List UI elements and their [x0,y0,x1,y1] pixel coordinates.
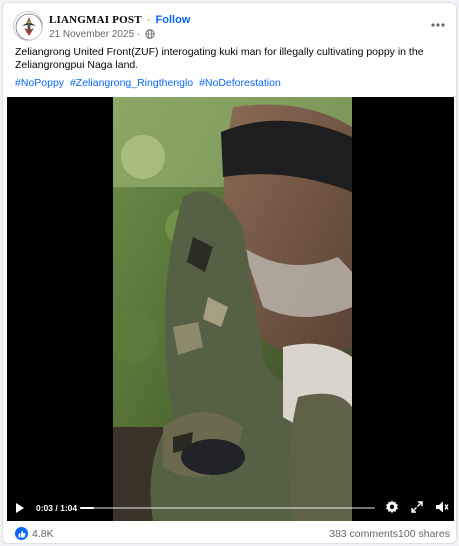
gear-icon[interactable] [385,500,399,514]
reaction-bar: 4.8K 383 comments 100 shares [3,523,456,543]
reaction-count[interactable]: 4.8K [32,528,54,540]
play-icon[interactable] [15,502,25,514]
post-header: LIANGMAI POST · Follow 21 November 2025 … [13,11,448,45]
meta-separator: · [136,29,141,40]
volume-icon[interactable] [435,500,449,514]
post-meta: 21 November 2025 · [49,29,155,40]
post-card: LIANGMAI POST · Follow 21 November 2025 … [2,2,457,544]
comments-count[interactable]: 383 comments [329,528,398,540]
name-row: LIANGMAI POST · Follow [49,14,190,26]
expand-icon[interactable] [411,501,423,513]
video-frame [113,97,352,521]
video-controls: 0:03 / 1:04 [7,495,454,521]
video-time: 0:03 / 1:04 [36,503,78,513]
video-progress-fill [80,507,94,509]
thumbs-up-icon [18,530,26,538]
more-options-icon [431,23,445,27]
hashtag-list: #NoPoppy #Zeliangrong_Ringthenglo #NoDef… [15,77,284,89]
page-logo [15,13,42,40]
shares-count[interactable]: 100 shares [398,528,450,540]
follow-button[interactable]: Follow [156,14,191,26]
hashtag-link[interactable]: #Zeliangrong_Ringthenglo [70,77,193,89]
page-avatar[interactable] [13,11,43,41]
hashtag-link[interactable]: #NoDeforestation [199,77,281,89]
globe-icon [145,29,155,39]
hashtag-link[interactable]: #NoPoppy [15,77,64,89]
page-name[interactable]: LIANGMAI POST [49,14,142,26]
separator-dot: · [146,14,151,26]
like-icon[interactable] [15,527,28,540]
post-date[interactable]: 21 November 2025 [49,29,134,40]
video-player[interactable]: 0:03 / 1:04 [7,97,454,521]
video-progress-bar[interactable] [80,507,375,509]
post-caption: Zeliangrong United Front(ZUF) interogati… [15,46,424,71]
more-options-button[interactable] [428,17,448,33]
